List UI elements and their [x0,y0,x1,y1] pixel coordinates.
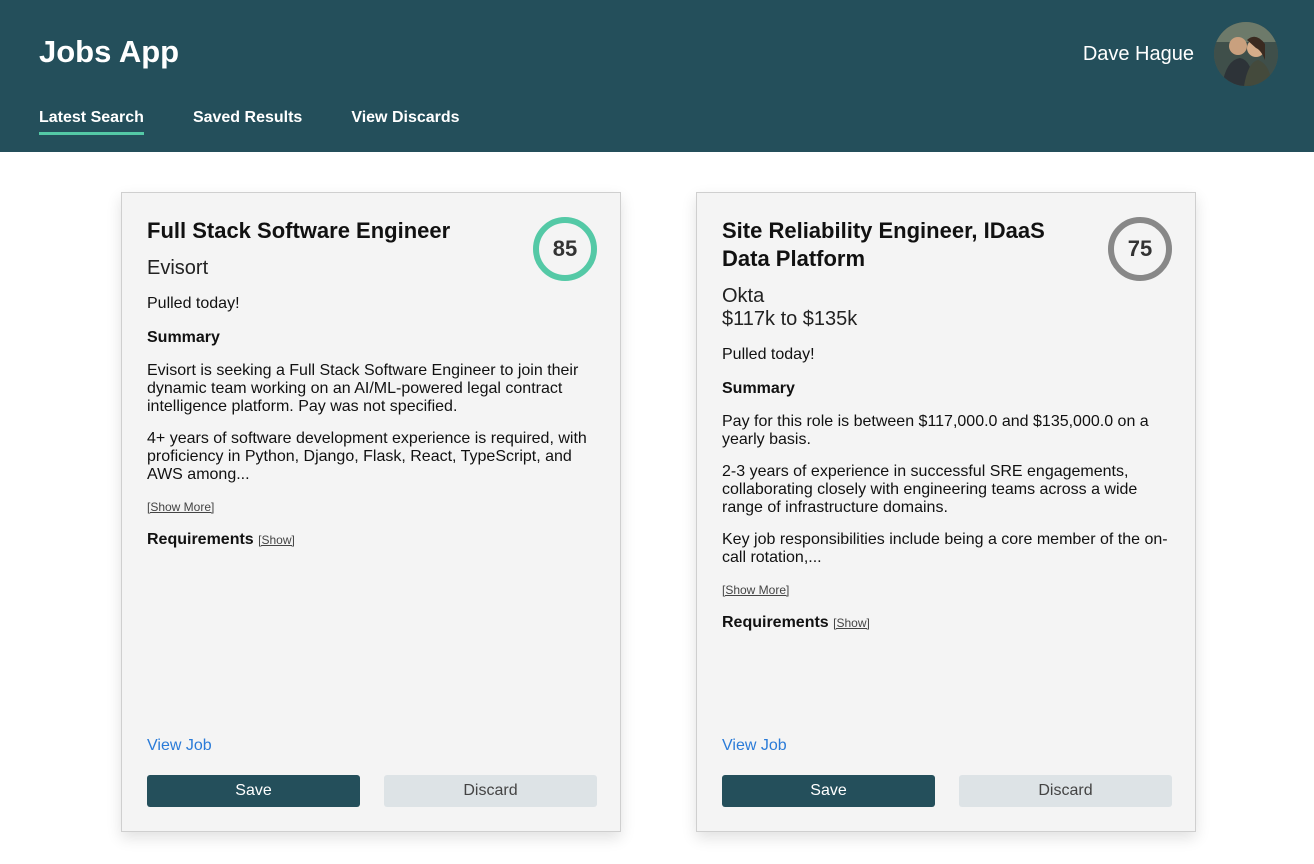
tab-saved-results[interactable]: Saved Results [193,109,302,135]
salary-range: $117k to $135k [722,308,858,330]
summary-paragraph: Key job responsibilities include being a… [722,531,1168,566]
view-job-link[interactable]: View Job [722,737,787,755]
pulled-status: Pulled today! [147,295,240,312]
discard-button[interactable]: Discard [959,775,1172,807]
requirements-heading: Requirements [722,614,829,631]
view-job-link[interactable]: View Job [147,737,212,755]
discard-button[interactable]: Discard [384,775,597,807]
summary-paragraph: 4+ years of software development experie… [147,430,587,483]
avatar[interactable] [1214,22,1278,86]
app-header: Jobs App Dave Hague Latest Search Saved … [0,0,1314,152]
tab-view-discards[interactable]: View Discards [351,109,459,135]
show-more-link[interactable]: [Show More] [722,583,789,597]
requirements-show-link[interactable]: [Show] [833,616,870,630]
save-button[interactable]: Save [147,775,360,807]
summary-heading: Summary [722,380,795,397]
summary-paragraph: Evisort is seeking a Full Stack Software… [147,362,579,415]
app-title: Jobs App [39,34,180,69]
avatar-photo-icon [1214,22,1278,86]
summary-heading: Summary [147,329,220,346]
job-card: Full Stack Software Engineer 85 Evisort … [121,192,621,832]
requirements-section: Requirements [Show] [147,530,597,550]
requirements-heading: Requirements [147,531,254,548]
show-more-link[interactable]: [Show More] [147,500,214,514]
job-card: Site Reliability Engineer, IDaaS Data Pl… [696,192,1196,832]
tab-latest-search[interactable]: Latest Search [39,109,144,135]
company-name: Evisort [147,257,209,279]
company-name: Okta [722,285,765,307]
match-score-badge: 75 [1108,217,1172,281]
summary-paragraph: Pay for this role is between $117,000.0 … [722,413,1149,448]
match-score-badge: 85 [533,217,597,281]
save-button[interactable]: Save [722,775,935,807]
requirements-show-link[interactable]: [Show] [258,533,295,547]
user-name: Dave Hague [1082,43,1194,65]
summary-paragraph: 2-3 years of experience in successful SR… [722,463,1138,516]
job-title: Site Reliability Engineer, IDaaS Data Pl… [722,218,1045,271]
job-title: Full Stack Software Engineer [147,218,451,243]
pulled-status: Pulled today! [722,346,815,363]
main-nav: Latest Search Saved Results View Discard… [39,109,460,135]
requirements-section: Requirements [Show] [722,613,1172,633]
